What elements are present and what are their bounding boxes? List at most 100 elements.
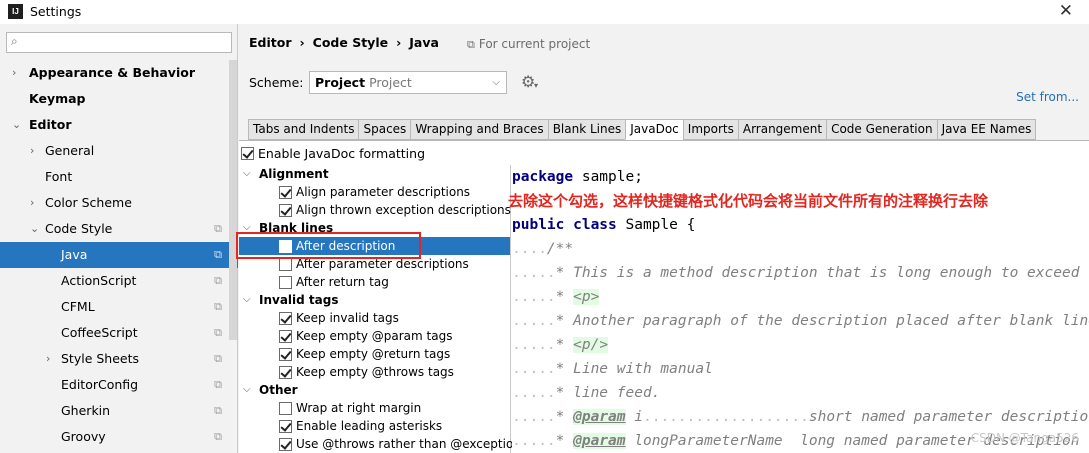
- scheme-select[interactable]: Project Project ⌵: [309, 71, 507, 94]
- chevron-right-icon[interactable]: ›: [30, 138, 34, 164]
- option-after-description[interactable]: After description: [239, 237, 510, 255]
- option-checkbox[interactable]: [279, 204, 292, 217]
- search-input[interactable]: [31, 34, 227, 51]
- group-other[interactable]: ⌵ Other: [239, 381, 510, 399]
- group-alignment[interactable]: ⌵ Alignment: [239, 165, 510, 183]
- chevron-right-icon[interactable]: ›: [30, 190, 34, 216]
- sidebar-item-label: Code Style: [45, 221, 113, 236]
- sidebar-item-editor[interactable]: ⌄ Editor: [0, 112, 238, 138]
- group-blank-lines[interactable]: ⌵ Blank lines: [239, 219, 510, 237]
- option-wrap-at-right-margin[interactable]: Wrap at right margin: [239, 399, 510, 417]
- sidebar-item-label: General: [45, 143, 95, 158]
- sidebar-item-style-sheets[interactable]: › Style Sheets ⧉: [0, 346, 238, 372]
- sidebar-item-general[interactable]: › General: [0, 138, 238, 164]
- chevron-right-icon[interactable]: ›: [46, 346, 50, 372]
- option-checkbox[interactable]: [279, 402, 292, 415]
- gear-icon[interactable]: ⚙ ▾: [521, 72, 538, 91]
- option-label: Align parameter descriptions: [296, 185, 471, 199]
- code-line: .....* line feed.: [512, 385, 661, 401]
- breadcrumb-editor[interactable]: Editor: [249, 35, 292, 50]
- option-label: After description: [296, 239, 396, 253]
- sidebar-item-color-scheme[interactable]: › Color Scheme: [0, 190, 238, 216]
- enable-javadoc-checkbox[interactable]: [241, 147, 254, 160]
- chevron-right-icon[interactable]: ›: [12, 60, 16, 86]
- option-align-parameter-descriptions[interactable]: Align parameter descriptions: [239, 183, 510, 201]
- option-use-throws-rather-than-exception[interactable]: Use @throws rather than @exception: [239, 435, 521, 453]
- option-checkbox[interactable]: [279, 348, 292, 361]
- sidebar-item-code-style[interactable]: ⌄ Code Style ⧉: [0, 216, 238, 242]
- code-line: .....* Another paragraph of the descript…: [512, 313, 1089, 329]
- option-checkbox[interactable]: [279, 420, 292, 433]
- sidebar-item-label: CFML: [61, 299, 95, 314]
- sidebar-item-java[interactable]: Java ⧉: [0, 242, 238, 268]
- sidebar-scrollbar[interactable]: [229, 60, 237, 340]
- option-label: Enable leading asterisks: [296, 419, 443, 433]
- tab-wrapping-and-braces[interactable]: Wrapping and Braces: [410, 119, 548, 140]
- chevron-down-icon[interactable]: ⌵: [243, 291, 251, 309]
- sidebar-item-actionscript[interactable]: ActionScript ⧉: [0, 268, 238, 294]
- tab-code-generation[interactable]: Code Generation: [826, 119, 937, 140]
- option-checkbox[interactable]: [279, 276, 292, 289]
- chevron-down-icon: ⌵: [492, 77, 500, 88]
- option-checkbox[interactable]: [279, 366, 292, 379]
- project-copy-icon: ⧉: [214, 300, 222, 313]
- tab-imports[interactable]: Imports: [682, 119, 738, 140]
- option-after-return-tag[interactable]: After return tag: [239, 273, 510, 291]
- sidebar-item-cfml[interactable]: CFML ⧉: [0, 294, 238, 320]
- option-keep-empty-throws-tags[interactable]: Keep empty @throws tags: [239, 363, 510, 381]
- sidebar-item-label: Keymap: [29, 91, 86, 106]
- code-style-tabs: Tabs and Indents Spaces Wrapping and Bra…: [248, 119, 1037, 140]
- window-title: Settings: [30, 4, 82, 19]
- tab-spaces[interactable]: Spaces: [358, 119, 411, 140]
- tab-javadoc[interactable]: JavaDoc: [625, 119, 683, 140]
- option-checkbox[interactable]: [279, 258, 292, 271]
- option-keep-empty-return-tags[interactable]: Keep empty @return tags: [239, 345, 510, 363]
- option-checkbox[interactable]: [279, 240, 292, 253]
- sidebar-item-label: Gherkin: [61, 403, 111, 418]
- close-button[interactable]: ✕: [1059, 1, 1073, 21]
- project-copy-icon: ⧉: [214, 248, 222, 261]
- tab-blank-lines[interactable]: Blank Lines: [547, 119, 626, 140]
- sidebar-item-appearance-behavior[interactable]: › Appearance & Behavior: [0, 60, 238, 86]
- option-label: Keep invalid tags: [296, 311, 399, 325]
- option-checkbox[interactable]: [279, 330, 292, 343]
- sidebar-item-label: ActionScript: [61, 273, 137, 288]
- settings-sidebar: ⌕ › Appearance & Behavior Keymap ⌄ Edito…: [0, 24, 238, 453]
- option-checkbox[interactable]: [279, 312, 292, 325]
- search-box[interactable]: ⌕: [6, 32, 232, 53]
- option-checkbox[interactable]: [279, 438, 292, 451]
- option-align-thrown-exception-descriptions[interactable]: Align thrown exception descriptions: [239, 201, 511, 219]
- chevron-down-icon[interactable]: ⌄: [12, 112, 21, 138]
- group-invalid-tags[interactable]: ⌵ Invalid tags: [239, 291, 510, 309]
- sidebar-item-label: Style Sheets: [61, 351, 140, 366]
- project-copy-icon: ⧉: [214, 404, 222, 417]
- chevron-down-icon[interactable]: ⌵: [243, 165, 251, 183]
- sidebar-item-editorconfig[interactable]: EditorConfig ⧉: [0, 372, 238, 398]
- option-checkbox[interactable]: [279, 186, 292, 199]
- tab-arrangement[interactable]: Arrangement: [737, 119, 827, 140]
- group-label: Other: [259, 383, 298, 397]
- project-copy-icon: ⧉: [214, 274, 222, 287]
- sidebar-item-font[interactable]: Font: [0, 164, 238, 190]
- option-keep-empty-param-tags[interactable]: Keep empty @param tags: [239, 327, 510, 345]
- chevron-down-icon[interactable]: ⌄: [30, 216, 39, 242]
- enable-javadoc-row[interactable]: Enable JavaDoc formatting: [241, 146, 425, 161]
- option-after-parameter-descriptions[interactable]: After parameter descriptions: [239, 255, 510, 273]
- chevron-down-icon[interactable]: ⌵: [243, 381, 251, 399]
- tab-java-ee-names[interactable]: Java EE Names: [936, 119, 1037, 140]
- set-from-link[interactable]: Set from...: [1016, 90, 1079, 104]
- chevron-down-icon[interactable]: ⌵: [243, 219, 251, 237]
- code-line: .....* This is a method description that…: [512, 265, 1080, 281]
- sidebar-item-keymap[interactable]: Keymap: [0, 86, 238, 112]
- sidebar-item-groovy[interactable]: Groovy ⧉: [0, 424, 238, 450]
- tab-tabs-and-indents[interactable]: Tabs and Indents: [248, 119, 359, 140]
- javadoc-panel: Enable JavaDoc formatting ⌵ Alignment Al…: [239, 140, 1089, 453]
- sidebar-item-coffeescript[interactable]: CoffeeScript ⧉: [0, 320, 238, 346]
- watermark: CSDN @Tanga526: [970, 431, 1079, 445]
- annotation-note: 去除这个勾选，这样快捷键格式化代码会将当前文件所有的注释换行去除: [508, 192, 989, 210]
- code-line: .....* <p/>: [512, 337, 609, 353]
- option-keep-invalid-tags[interactable]: Keep invalid tags: [239, 309, 510, 327]
- sidebar-item-gherkin[interactable]: Gherkin ⧉: [0, 398, 238, 424]
- breadcrumb-code-style[interactable]: Code Style: [313, 35, 388, 50]
- option-enable-leading-asterisks[interactable]: Enable leading asterisks: [239, 417, 510, 435]
